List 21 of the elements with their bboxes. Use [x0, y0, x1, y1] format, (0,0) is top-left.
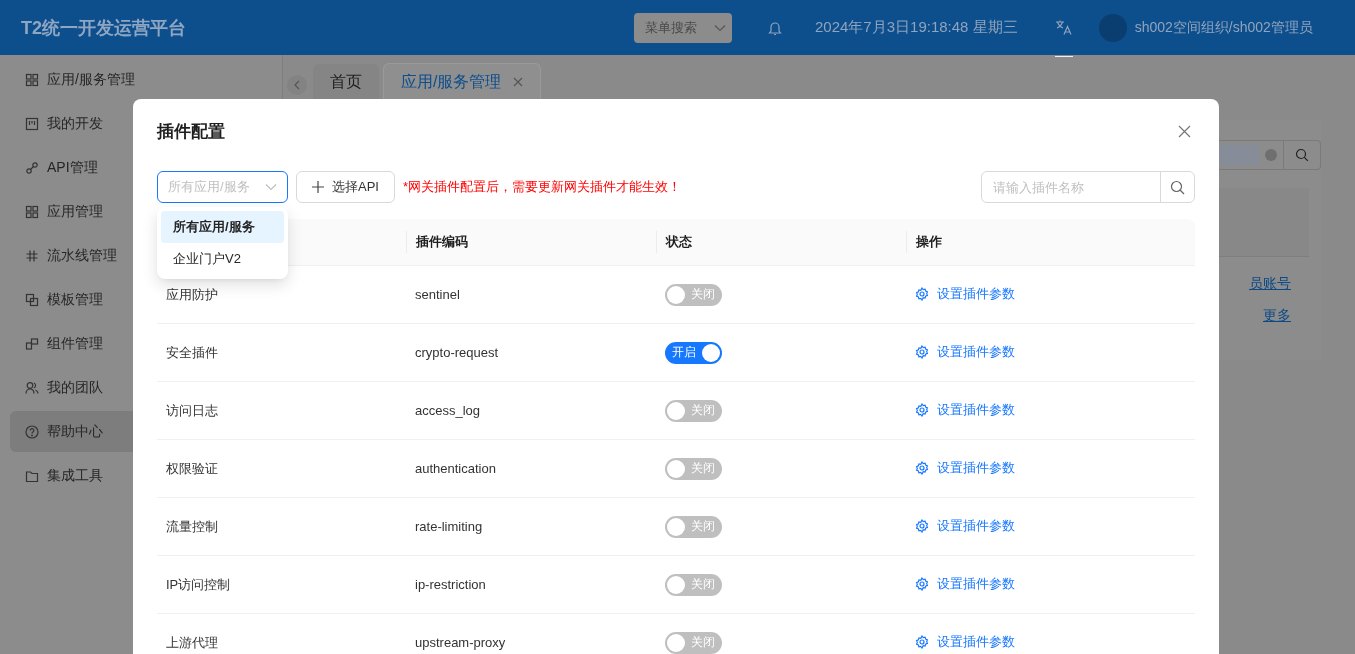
- table-cell-text: sentinel: [414, 287, 461, 302]
- table-cell-text: 流量控制: [165, 517, 219, 536]
- datetime-text: 2024年7月3日19:18:48 星期三: [815, 18, 1018, 37]
- column-header: 状态: [656, 231, 906, 253]
- dialog-title: 插件配置: [157, 120, 225, 143]
- table-cell-text: 应用防护: [165, 285, 219, 304]
- app-title: T2统一开发运营平台: [21, 16, 187, 40]
- table-cell-text: access_log: [414, 403, 482, 418]
- table-cell-text: 访问日志: [165, 401, 219, 420]
- table-cell-text: 权限验证: [165, 459, 219, 478]
- column-header: 插件编码: [406, 231, 656, 253]
- column-header: 操作: [906, 231, 1195, 253]
- table-cell-text: authentication: [414, 461, 497, 476]
- table-cell-text: crypto-request: [414, 345, 500, 360]
- table-cell-text: 安全插件: [165, 343, 219, 362]
- table-cell-text: IP访问控制: [165, 575, 232, 594]
- table-cell-text: 上游代理: [165, 633, 219, 652]
- table-cell-text: ip-restriction: [414, 577, 487, 592]
- notice-text: *网关插件配置后，需要更新网关插件才能生效！: [402, 178, 682, 196]
- table-cell-text: upstream-proxy: [414, 635, 507, 650]
- table-cell-text: rate-limiting: [414, 519, 484, 534]
